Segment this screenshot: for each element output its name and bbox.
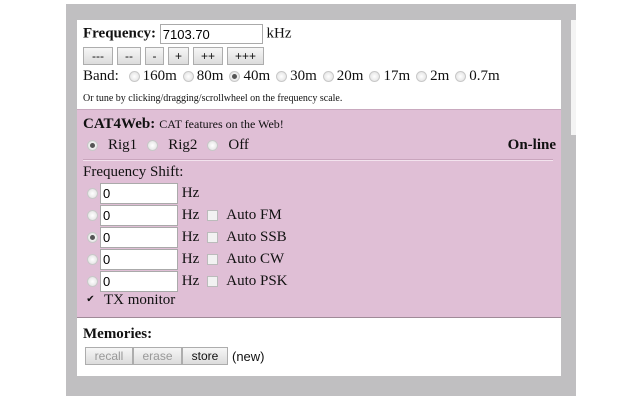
band-option-label: 20m [336,68,364,84]
band-radio-2m[interactable] [416,71,428,83]
shift-radio[interactable] [87,210,98,221]
tx-monitor-label: TX monitor [104,292,176,308]
memory-status: (new) [232,348,265,364]
band-option-label: 2m [430,68,450,84]
shift-unit: Hz [181,184,200,201]
scrollbar[interactable] [571,20,576,135]
band-option-label: 17m [383,68,411,84]
shift-row: Hz [77,183,199,204]
control-panel: Frequency: kHz ------++++++ Band: 160m80… [77,20,561,376]
tune-down-3-button[interactable]: --- [83,47,113,66]
auto-mode-label: Auto FM [226,206,282,223]
shift-row: Hz Auto PSK [77,271,288,292]
shift-input[interactable] [100,227,178,248]
auto-mode-label: Auto PSK [226,272,288,289]
rig-option-label: Rig2 [168,137,198,153]
shift-row: Hz Auto SSB [77,227,287,248]
tune-up-2-button[interactable]: ++ [193,47,223,66]
band-option-label: 80m [196,68,224,84]
memories-label: Memories: [83,326,153,342]
band-radio-30m[interactable] [276,71,288,83]
cat-subtitle: CAT features on the Web! [159,117,284,131]
rig-option-label: Rig1 [108,137,138,153]
shift-radio[interactable] [87,188,98,199]
band-radio-17m[interactable] [369,71,381,83]
shift-row: Hz Auto CW [77,249,284,270]
tune-hint: Or tune by clicking/dragging/scrollwheel… [83,93,343,104]
frequency-input[interactable] [159,24,263,44]
tune-buttons: --- -- - + ++ +++ [83,47,268,66]
shift-unit: Hz [181,228,200,245]
band-radio-160m[interactable] [128,71,140,83]
frequency-label: Frequency: [83,25,157,42]
shift-row: Hz Auto FM [77,205,282,226]
shift-input[interactable] [100,205,178,226]
shift-radio[interactable] [87,276,98,287]
shift-unit: Hz [181,272,200,289]
tx-monitor-checkbox[interactable]: ✔ [85,295,96,306]
shift-unit: Hz [181,250,200,267]
shift-unit: Hz [181,206,200,223]
band-radio-80m[interactable] [182,71,194,83]
connection-status: On-line [507,137,556,153]
store-button[interactable]: store [182,347,228,366]
tune-up-1-button[interactable]: + [168,47,189,66]
band-option-label: 30m [290,68,317,84]
band-radio-20m[interactable] [322,71,334,83]
rig-radio-off[interactable] [207,140,219,152]
auto-mode-checkbox[interactable] [207,254,219,265]
rig-option-label: Off [228,137,249,153]
recall-button[interactable]: recall [85,347,133,366]
divider [83,159,553,161]
erase-button[interactable]: erase [133,347,182,366]
tune-up-3-button[interactable]: +++ [227,47,264,66]
auto-mode-checkbox[interactable] [207,232,219,243]
rig-radio-rig2[interactable] [147,140,159,152]
auto-mode-label: Auto CW [226,250,285,267]
frequency-shift-label: Frequency Shift: [83,164,184,180]
band-label: Band: [83,68,119,84]
band-radio-40m[interactable] [229,71,241,83]
tune-down-2-button[interactable]: -- [117,47,141,66]
shift-input[interactable] [100,249,178,270]
tune-down-1-button[interactable]: - [145,47,164,66]
cat4web-section: CAT4Web: CAT features on the Web! Rig1 Ri… [77,109,561,318]
shift-radio[interactable] [87,232,98,243]
band-option-label: 40m [243,68,271,84]
cat-title: CAT4Web: [83,116,156,132]
frequency-unit: kHz [266,25,292,42]
band-option-label: 0.7m [469,68,500,84]
auto-mode-checkbox[interactable] [207,210,219,221]
auto-mode-checkbox[interactable] [207,276,219,287]
band-option-label: 160m [142,68,177,84]
shift-input[interactable] [100,183,178,204]
shift-input[interactable] [100,271,178,292]
band-radio-0-7m[interactable] [455,71,467,83]
shift-radio[interactable] [87,254,98,265]
rig-radio-rig1[interactable] [87,140,98,152]
auto-mode-label: Auto SSB [226,228,287,245]
